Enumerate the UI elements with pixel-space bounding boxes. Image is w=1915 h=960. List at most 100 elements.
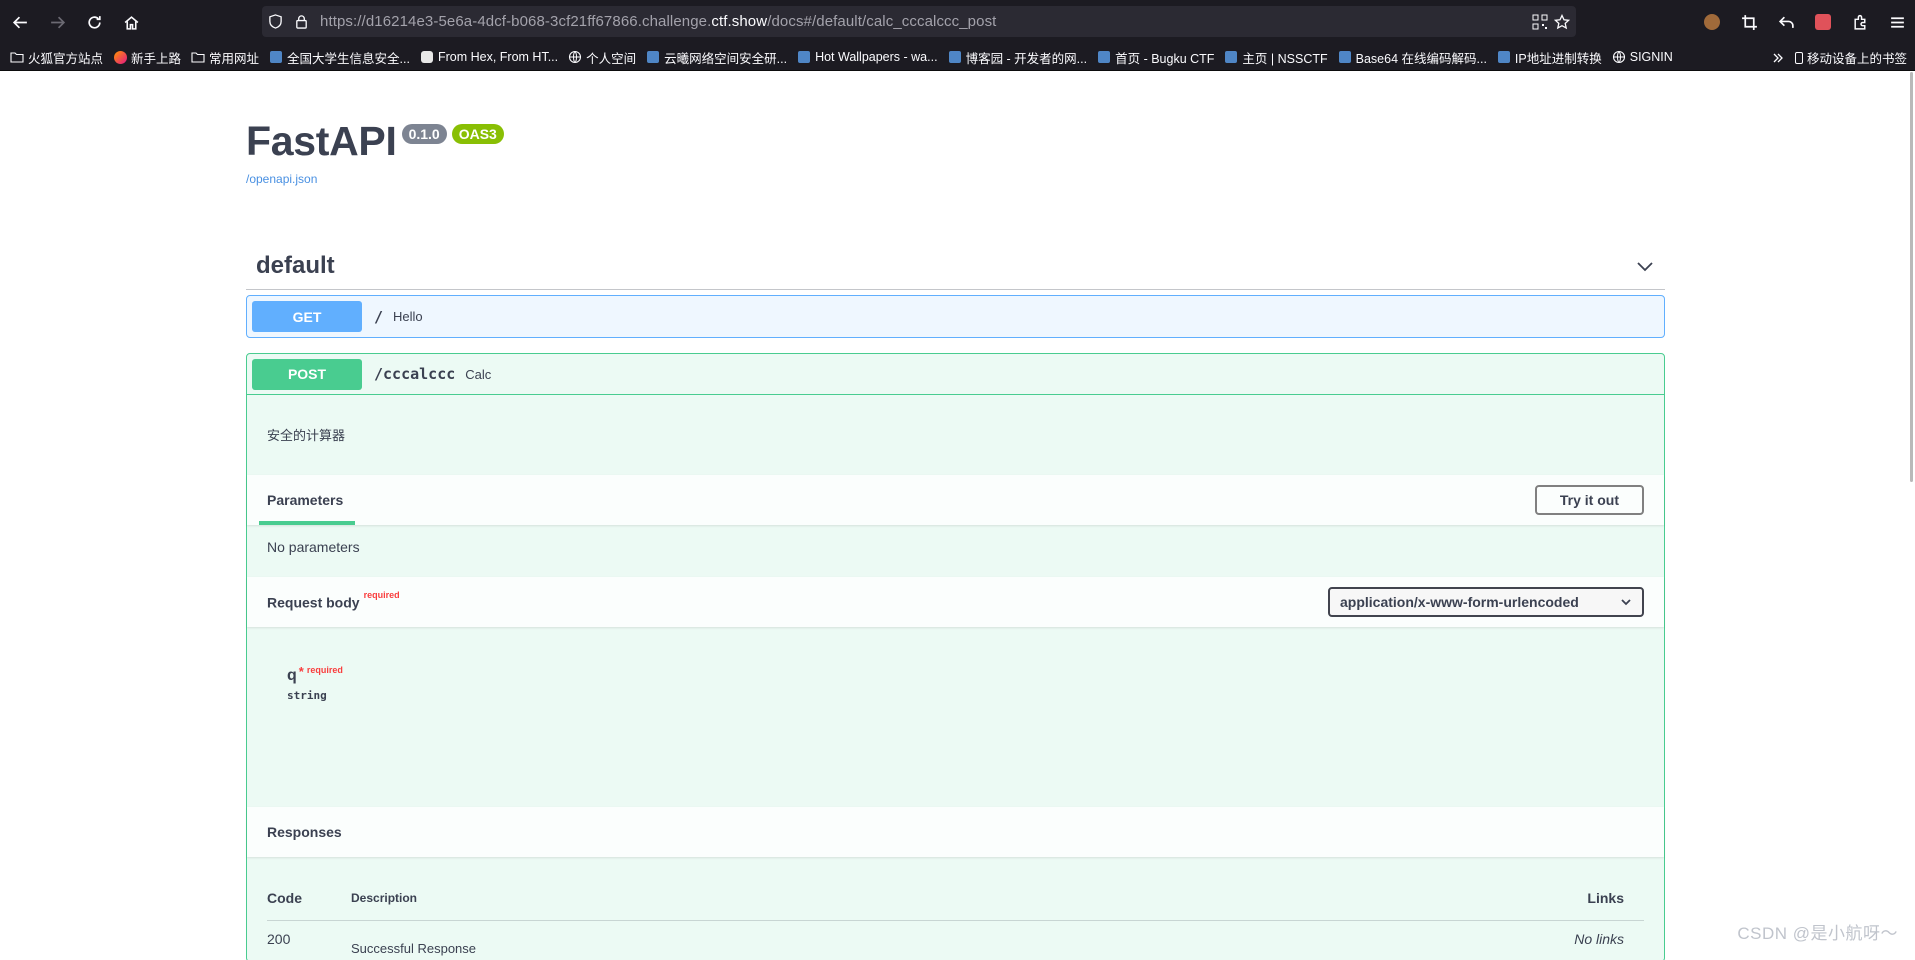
bookmark-label: Base64 在线编码解码... [1355, 51, 1487, 66]
reload-icon [87, 15, 101, 29]
url-text[interactable]: https://d16214e3-5e6a-4dcf-b068-3cf21ff6… [320, 13, 996, 30]
forward-arrow-icon [50, 16, 65, 28]
parameters-tab[interactable]: Parameters [267, 492, 343, 508]
bookmark-label: 主页 | NSSCTF [1242, 51, 1328, 66]
page-scrollbar[interactable] [1910, 72, 1915, 960]
shield-icon[interactable] [262, 6, 288, 37]
puzzle-icon [1853, 14, 1865, 30]
site-icon [1497, 50, 1511, 64]
bookmark-label: Hot Wallpapers - wa... [815, 50, 938, 64]
responses-title: Responses [267, 824, 342, 840]
bookmark-item[interactable]: 火狐官方站点 [10, 46, 103, 68]
version-badge: 0.1.0 [401, 124, 447, 144]
lock-icon[interactable] [288, 6, 314, 37]
home-button[interactable] [113, 4, 149, 40]
col-description-header: Description [351, 890, 418, 905]
response-links: No links [1574, 931, 1624, 947]
crop-icon [1741, 14, 1757, 30]
globe-icon [1612, 50, 1626, 64]
bookmark-item[interactable]: SIGNIN [1612, 46, 1673, 68]
bookmark-label: 火狐官方站点 [28, 51, 104, 66]
mobile-bookmarks-folder[interactable]: 移动设备上的书签 [1794, 44, 1907, 71]
forward-button[interactable] [39, 4, 75, 40]
operation-path: / [374, 307, 384, 326]
bookmark-item[interactable]: From Hex, From HT... [420, 46, 558, 68]
globe-icon [568, 50, 582, 64]
bookmark-item[interactable]: 全国大学生信息安全... [269, 46, 410, 68]
operation-summary[interactable]: GET / Hello [247, 296, 1664, 337]
scrollbar-thumb[interactable] [1910, 72, 1913, 482]
request-body-schema: q * required string [247, 627, 1664, 807]
operation-path: /cccalccc [374, 365, 456, 383]
phone-icon [1794, 51, 1803, 64]
bookmark-item[interactable]: Hot Wallpapers - wa... [797, 46, 938, 68]
bookmark-item[interactable]: 新手上路 [113, 46, 181, 68]
responses-header: Responses [247, 807, 1664, 857]
param-q: q * required [287, 664, 343, 684]
site-icon [1338, 50, 1352, 64]
bookmark-item[interactable]: IP地址进制转换 [1497, 46, 1602, 68]
back-button[interactable] [2, 4, 38, 40]
bookmark-item[interactable]: 云曦网络空间安全研... [646, 46, 787, 68]
menu-button[interactable] [1879, 4, 1915, 40]
bookmark-item[interactable]: 个人空间 [568, 46, 636, 68]
responses-table-header: Code Description Links [267, 857, 1644, 921]
try-it-out-button[interactable]: Try it out [1534, 485, 1644, 515]
operation-summary-text: Hello [393, 309, 423, 324]
param-required-label: required [306, 665, 343, 675]
home-icon [124, 15, 138, 30]
chevron-down-icon [1621, 599, 1631, 606]
site-icon [948, 50, 962, 64]
request-body-label: Request body required [267, 589, 400, 611]
site-icon [797, 50, 811, 64]
bookmarks-overflow-chevron-icon[interactable] [1771, 44, 1785, 71]
reload-button[interactable] [76, 4, 112, 40]
chef-icon [420, 50, 434, 64]
bookmark-star-icon[interactable] [1554, 13, 1570, 30]
swagger-page: FastAPI 0.1.0 OAS3 /openapi.json default… [0, 72, 1910, 960]
back-arrow-icon [12, 16, 27, 28]
content-type-select[interactable]: application/x-www-form-urlencoded [1328, 587, 1644, 617]
firefox-icon [113, 50, 127, 64]
bookmark-item[interactable]: 主页 | NSSCTF [1224, 46, 1328, 68]
operation-summary-text: Calc [465, 366, 492, 382]
operation-summary[interactable]: POST /cccalccc Calc [247, 354, 1664, 395]
chevron-down-icon[interactable] [1635, 256, 1655, 276]
undo-icon [1778, 16, 1794, 28]
bookmark-label: From Hex, From HT... [437, 50, 559, 64]
account-avatar-button[interactable] [1694, 4, 1730, 40]
bookmark-item[interactable]: 首页 - Bugku CTF [1097, 46, 1214, 68]
folder-icon [10, 50, 24, 64]
bookmark-label: IP地址进制转换 [1514, 51, 1602, 66]
bookmarks-bar: 火狐官方站点 新手上路 常用网址 全国大学生信息安全... From Hex, From… [0, 44, 1915, 71]
bookmark-item[interactable]: 博客园 - 开发者的网... [948, 46, 1088, 68]
bookmark-label: 云曦网络空间安全研... [664, 51, 788, 66]
qr-code-icon[interactable] [1532, 14, 1548, 30]
bookmark-label: 个人空间 [586, 51, 637, 66]
bookmark-label: 首页 - Bugku CTF [1115, 51, 1215, 66]
table-row: 200 Successful Response No links [267, 921, 1644, 960]
bookmark-label: 博客园 - 开发者的网... [965, 51, 1088, 66]
col-links-header: Links [1587, 889, 1624, 906]
api-title-row: FastAPI 0.1.0 OAS3 [246, 118, 504, 165]
address-bar[interactable]: https://d16214e3-5e6a-4dcf-b068-3cf21ff6… [262, 6, 1576, 37]
extension-badge-icon [1815, 14, 1831, 30]
bookmark-item[interactable]: Base64 在线编码解码... [1338, 46, 1487, 68]
csdn-watermark: CSDN @是小航呀～ [1737, 924, 1898, 943]
response-code: 200 [267, 931, 291, 947]
extensions-button[interactable] [1842, 4, 1878, 40]
bookmark-label: 移动设备上的书签 [1806, 52, 1907, 66]
bookmark-label: 新手上路 [131, 51, 182, 66]
tag-header[interactable]: default [246, 242, 1665, 290]
bookmark-label: 全国大学生信息安全... [287, 51, 410, 66]
col-code-header: Code [267, 889, 302, 906]
tag-section-default: default GET / Hello POST /cccalccc Calc … [246, 242, 1665, 960]
openapi-json-link[interactable]: /openapi.json [246, 172, 317, 186]
hamburger-icon [1890, 16, 1904, 28]
extension-button[interactable] [1805, 4, 1841, 40]
undo-button[interactable] [1768, 4, 1804, 40]
screenshot-button[interactable] [1731, 4, 1767, 40]
bookmark-item[interactable]: 常用网址 [191, 46, 259, 68]
oas-badge: OAS3 [451, 124, 504, 144]
operation-get-root[interactable]: GET / Hello [246, 295, 1665, 338]
